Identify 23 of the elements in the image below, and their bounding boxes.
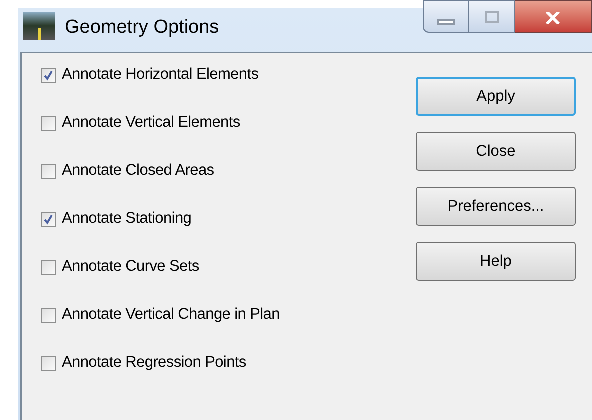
option-label: Annotate Vertical Change in Plan	[62, 305, 280, 326]
maximize-button[interactable]	[469, 0, 515, 33]
dialog-button[interactable]: Preferences...	[416, 187, 576, 226]
dialog-button[interactable]: Apply	[416, 77, 576, 116]
checkbox[interactable]	[41, 212, 56, 226]
close-icon[interactable]	[515, 0, 592, 33]
option-label: Annotate Closed Areas	[62, 161, 214, 182]
window-title: Geometry Options	[65, 16, 220, 40]
checkbox[interactable]	[41, 164, 56, 178]
minimize-button[interactable]	[423, 0, 469, 33]
checkbox[interactable]	[41, 308, 56, 322]
checkbox[interactable]	[41, 260, 56, 274]
dialog-button[interactable]: Help	[416, 242, 576, 281]
option-label: Annotate Curve Sets	[62, 257, 200, 278]
option-label: Annotate Stationing	[62, 209, 192, 230]
dialog-button[interactable]: Close	[416, 132, 576, 171]
checkbox[interactable]	[41, 356, 56, 370]
app-icon	[23, 12, 55, 40]
checkbox[interactable]	[41, 68, 56, 82]
option-label: Annotate Regression Points	[62, 353, 246, 374]
option-label: Annotate Vertical Elements	[62, 113, 240, 134]
checkbox[interactable]	[41, 116, 56, 130]
option-label: Annotate Horizontal Elements	[62, 65, 259, 86]
